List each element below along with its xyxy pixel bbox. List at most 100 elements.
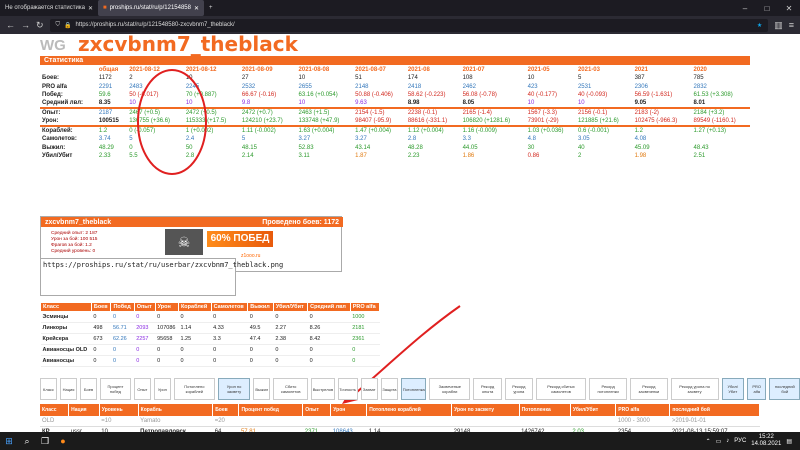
ships-column-header[interactable]: Потопленка <box>519 404 571 416</box>
ships-filter-input[interactable]: >2019-01-01 <box>669 416 760 427</box>
ships-column-header[interactable]: Класс <box>40 404 70 416</box>
class-column-header[interactable]: Опыт <box>133 302 156 312</box>
notifications-icon[interactable]: ▤ <box>786 438 792 445</box>
firefox-icon[interactable]: ● <box>54 432 72 450</box>
column-toggle-button[interactable]: Потоплено кораблей <box>173 378 215 400</box>
column-toggle-button[interactable]: Защита <box>380 378 399 400</box>
ships-column-header[interactable]: PRO alfa <box>615 404 671 416</box>
ships-filter-input[interactable] <box>68 416 100 427</box>
ships-filter-input[interactable]: =20 <box>212 416 239 427</box>
column-toggle-button[interactable]: Выжил <box>253 378 271 400</box>
language-indicator[interactable]: РУС <box>734 438 746 444</box>
class-cell: 0 <box>247 311 274 323</box>
ships-filter-input[interactable]: Yamato <box>138 416 213 427</box>
ships-column-header[interactable]: Корабль <box>138 404 214 416</box>
ships-filter-input[interactable] <box>302 416 331 427</box>
ships-filter-input[interactable]: 1000 - 3000 <box>615 416 670 427</box>
clock[interactable]: 15:22 14.08.2021 <box>751 434 781 448</box>
column-toggle-button[interactable]: Точность <box>337 378 358 400</box>
ships-column-header[interactable]: Нация <box>68 404 100 416</box>
tab-proships[interactable]: ■ proships.ru/stat/ru/p/12154858 ✕ <box>97 0 205 16</box>
class-cell: 0 <box>350 355 380 367</box>
class-cell: 0 <box>178 311 212 323</box>
ships-column-header[interactable]: Боев <box>212 404 240 416</box>
class-cell: 0 <box>110 311 135 323</box>
class-column-header[interactable]: PRO alfa <box>349 302 381 312</box>
class-cell: Эсминцы <box>40 311 92 323</box>
close-icon[interactable]: ✕ <box>778 4 800 13</box>
ships-column-header[interactable]: Урон по засвету <box>451 404 520 416</box>
library-icon[interactable]: ▥ <box>774 20 783 31</box>
class-column-header[interactable]: Побед <box>110 302 135 312</box>
class-column-header[interactable]: Средний лвл <box>307 302 351 312</box>
class-column-header[interactable]: Класс <box>40 302 92 312</box>
class-cell: 56.71 <box>110 322 135 334</box>
ships-filter-input[interactable] <box>519 416 571 427</box>
column-toggle-button[interactable]: Опыт <box>133 378 151 400</box>
column-toggle-button[interactable]: последний бой <box>769 378 800 400</box>
close-icon[interactable]: ✕ <box>88 5 93 12</box>
class-cell: 1.14 <box>178 322 212 334</box>
column-toggle-button[interactable]: Рекорд урона по засвету <box>670 378 719 400</box>
column-toggle-button[interactable]: Рекорд потопленки <box>589 378 628 400</box>
column-toggle-button[interactable]: Рекорд опыта <box>473 378 502 400</box>
column-toggle-button[interactable]: Класс <box>40 378 57 400</box>
column-toggle-button[interactable]: Рекорд урона <box>504 378 533 400</box>
column-toggle-button[interactable]: Урон <box>153 378 171 400</box>
maximize-icon[interactable]: □ <box>756 4 778 13</box>
reload-icon[interactable]: ↻ <box>36 20 44 31</box>
ships-filter-input[interactable] <box>238 416 303 427</box>
ships-column-header[interactable]: Потоплено кораблей <box>366 404 453 416</box>
windows-start-icon[interactable]: ⊞ <box>0 432 18 450</box>
bookmark-star-icon[interactable]: ★ <box>757 22 762 29</box>
column-toggle-button[interactable]: Рекорд сбитых самолетов <box>535 378 587 400</box>
menu-icon[interactable]: ≡ <box>789 20 794 30</box>
ships-column-header[interactable]: Убил/Убит <box>570 404 617 416</box>
taskview-icon[interactable]: ❐ <box>36 432 54 450</box>
class-cell: 0 <box>247 344 274 356</box>
back-icon[interactable]: ← <box>6 20 15 30</box>
ships-column-header[interactable]: Уровень <box>99 404 139 416</box>
column-toggle-button[interactable]: Рекорд засвеченки <box>630 378 668 400</box>
browser-navbar: ← → ↻ ⛉ 🔒 https://proships.ru/stat/ru/p/12… <box>0 16 800 34</box>
tray-arrow-icon[interactable]: ⌃ <box>706 438 711 445</box>
tab-forum[interactable]: Не отображается статистика ✕ <box>0 0 98 16</box>
userbar-link-textarea[interactable]: https://proships.ru/stat/ru/userbar/zxcv… <box>40 258 283 296</box>
ships-filter-input[interactable] <box>451 416 520 427</box>
column-toggle-button[interactable]: Захват <box>360 378 378 400</box>
column-toggle-button[interactable]: PRO alfa <box>746 378 767 400</box>
class-column-header[interactable]: Кораблей <box>177 302 212 312</box>
column-toggle-button[interactable]: Убил/Убит <box>721 378 744 400</box>
network-icon[interactable]: ▭ <box>716 438 722 445</box>
ships-filter-input[interactable] <box>366 416 452 427</box>
ships-filter-input[interactable] <box>570 416 616 427</box>
column-toggle-button[interactable]: Урон по засвету <box>217 378 251 400</box>
column-toggle-button[interactable]: Засвеченые корабли <box>429 378 471 400</box>
column-toggle-button[interactable]: Выстрелов <box>311 378 335 400</box>
ships-column-header[interactable]: Процент побед <box>238 404 304 416</box>
column-toggle-button[interactable]: Сбито самолетов <box>273 378 309 400</box>
pirate-flag-icon: ☠ <box>165 229 203 255</box>
class-column-header[interactable]: Убил/Убит <box>272 302 309 312</box>
class-column-header[interactable]: Самолетов <box>210 302 249 312</box>
ships-filter-input[interactable]: =10 <box>99 416 139 427</box>
class-column-header[interactable]: Выжил <box>247 302 274 312</box>
volume-icon[interactable]: ♪ <box>726 438 729 444</box>
ships-column-header[interactable]: последний бой <box>669 404 760 416</box>
ships-column-header[interactable]: Урон <box>330 404 368 416</box>
column-toggle-button[interactable]: Процент побед <box>100 378 131 400</box>
column-toggle-button[interactable]: Нация <box>60 378 77 400</box>
address-bar[interactable]: ⛉ 🔒 https://proships.ru/stat/ru/p/12154858… <box>49 18 769 32</box>
ships-column-header[interactable]: Опыт <box>302 404 332 416</box>
class-column-header[interactable]: Урон <box>154 302 179 312</box>
ships-filter-input[interactable]: OLD <box>40 416 69 427</box>
new-tab-button[interactable]: + <box>204 0 218 16</box>
ships-filter-input[interactable] <box>330 416 367 427</box>
search-icon[interactable]: ⌕ <box>18 432 36 450</box>
class-column-header[interactable]: Боев <box>90 302 112 312</box>
forward-icon[interactable]: → <box>21 20 30 30</box>
close-icon[interactable]: ✕ <box>194 5 199 12</box>
column-toggle-button[interactable]: Боев <box>80 378 97 400</box>
column-toggle-button[interactable]: Потопленка <box>401 378 427 400</box>
minimize-icon[interactable]: – <box>734 4 756 13</box>
